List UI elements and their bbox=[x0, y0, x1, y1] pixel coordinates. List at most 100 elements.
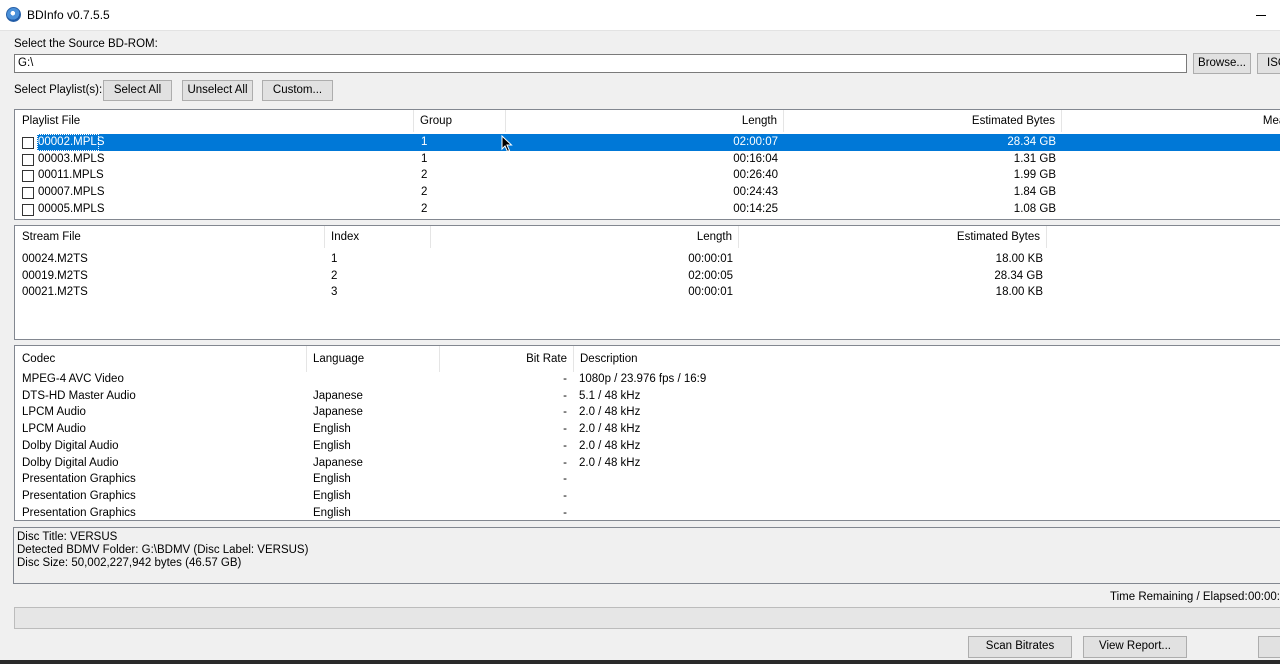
playlist-file: 00007.MPLS bbox=[38, 186, 105, 199]
stream-row[interactable]: 00019.M2TS 2 02:00:05 28.34 GB bbox=[15, 268, 1280, 285]
codec-name: MPEG-4 AVC Video bbox=[22, 373, 124, 385]
codec-bitrate: - bbox=[563, 373, 567, 385]
stream-length: 00:00:01 bbox=[688, 253, 733, 265]
playlist-checkbox[interactable] bbox=[22, 187, 34, 200]
col-stream-estimated-bytes[interactable]: Estimated Bytes bbox=[739, 226, 1047, 248]
codec-language: English bbox=[313, 489, 351, 502]
codec-row[interactable]: Dolby Digital Audio English - 2.0 / 48 k… bbox=[15, 438, 1280, 455]
codec-language: Japanese bbox=[313, 456, 363, 469]
playlist-group: 2 bbox=[421, 169, 428, 182]
codec-row[interactable]: Dolby Digital Audio Japanese - 2.0 / 48 … bbox=[15, 455, 1280, 472]
codec-row[interactable]: Presentation Graphics English - bbox=[15, 505, 1280, 520]
col-length[interactable]: Length bbox=[506, 110, 784, 132]
playlist-list[interactable]: Playlist File Group Length Estimated Byt… bbox=[14, 109, 1280, 220]
disc-title-line: Disc Title: VERSUS bbox=[17, 531, 118, 543]
col-stream-file[interactable]: Stream File bbox=[15, 226, 325, 248]
codec-bitrate: - bbox=[563, 473, 567, 486]
playlist-length: 00:26:40 bbox=[733, 169, 778, 182]
stream-length: 02:00:05 bbox=[688, 269, 733, 282]
col-codec[interactable]: Codec bbox=[15, 346, 307, 372]
playlist-bytes: 1.99 GB bbox=[1013, 169, 1056, 182]
playlist-checkbox[interactable] bbox=[22, 203, 34, 216]
col-playlist-file[interactable]: Playlist File bbox=[15, 110, 414, 132]
col-bit-rate[interactable]: Bit Rate bbox=[440, 346, 574, 372]
col-group[interactable]: Group bbox=[414, 110, 506, 132]
stream-file: 00019.M2TS bbox=[22, 269, 88, 282]
playlist-checkbox[interactable] bbox=[22, 137, 34, 149]
minimize-button[interactable] bbox=[1246, 0, 1276, 31]
stream-row[interactable]: 00024.M2TS 1 00:00:01 18.00 KB bbox=[15, 251, 1280, 268]
custom-button[interactable]: Custom... bbox=[262, 80, 333, 101]
time-remaining-value: 00:00:0 bbox=[1248, 591, 1280, 603]
unselect-all-button[interactable]: Unselect All bbox=[182, 80, 253, 101]
codec-description: 1080p / 23.976 fps / 16:9 bbox=[579, 373, 707, 385]
codec-row[interactable]: Presentation Graphics English - bbox=[15, 471, 1280, 488]
source-path-input[interactable]: G:\ bbox=[14, 54, 1187, 73]
desktop-strip bbox=[0, 660, 1280, 664]
codec-language: Japanese bbox=[313, 406, 363, 419]
codec-list[interactable]: Codec Language Bit Rate Description MPEG… bbox=[14, 345, 1280, 521]
stream-bytes: 18.00 KB bbox=[995, 253, 1043, 265]
window-title: BDInfo v0.7.5.5 bbox=[27, 8, 110, 22]
codec-row[interactable]: LPCM Audio Japanese - 2.0 / 48 kHz bbox=[15, 404, 1280, 421]
view-report-button[interactable]: View Report... bbox=[1083, 636, 1187, 658]
codec-name: Dolby Digital Audio bbox=[22, 439, 119, 452]
col-index[interactable]: Index bbox=[325, 226, 431, 248]
time-remaining-label: Time Remaining / Elapsed: bbox=[1110, 591, 1248, 603]
codec-bitrate: - bbox=[563, 489, 567, 502]
playlist-bytes: 1.31 GB bbox=[1013, 152, 1056, 165]
codec-name: LPCM Audio bbox=[22, 423, 86, 436]
codec-row[interactable]: Presentation Graphics English - bbox=[15, 488, 1280, 505]
source-label: Select the Source BD-ROM: bbox=[14, 38, 158, 50]
scan-bitrates-button[interactable]: Scan Bitrates bbox=[968, 636, 1072, 658]
playlist-checkbox[interactable] bbox=[22, 153, 34, 166]
codec-name: DTS-HD Master Audio bbox=[22, 389, 136, 402]
playlist-bytes: 1.08 GB bbox=[1013, 202, 1056, 215]
playlist-file: 00003.MPLS bbox=[38, 152, 105, 165]
stream-index: 3 bbox=[331, 286, 338, 299]
playlist-file: 00005.MPLS bbox=[38, 202, 105, 215]
codec-bitrate: - bbox=[563, 389, 567, 402]
codec-description: 2.0 / 48 kHz bbox=[579, 406, 641, 419]
col-stream-measured-bytes[interactable]: M bbox=[1047, 226, 1280, 248]
playlist-bytes: 1.84 GB bbox=[1013, 186, 1056, 199]
col-language[interactable]: Language bbox=[307, 346, 440, 372]
playlist-row[interactable]: 00003.MPLS 1 00:16:04 1.31 GB bbox=[15, 151, 1280, 168]
disc-info-textarea[interactable]: Disc Title: VERSUS Detected BDMV Folder:… bbox=[13, 527, 1280, 584]
stream-index: 1 bbox=[331, 253, 338, 265]
bdinfo-disc-icon bbox=[6, 7, 21, 22]
col-description[interactable]: Description bbox=[574, 346, 1280, 372]
scan-progress-bar bbox=[14, 607, 1280, 629]
playlist-bytes: 28.34 GB bbox=[1007, 136, 1056, 148]
title-bar: BDInfo v0.7.5.5 bbox=[0, 0, 1280, 31]
playlist-row[interactable]: 00011.MPLS 2 00:26:40 1.99 GB bbox=[15, 167, 1280, 184]
codec-name: Presentation Graphics bbox=[22, 506, 136, 519]
codec-row[interactable]: MPEG-4 AVC Video - 1080p / 23.976 fps / … bbox=[15, 371, 1280, 388]
close-button-partial[interactable] bbox=[1258, 636, 1280, 658]
browse-button[interactable]: Browse... bbox=[1193, 53, 1251, 74]
col-measured-bytes[interactable]: Meas bbox=[1062, 110, 1280, 132]
codec-row[interactable]: DTS-HD Master Audio Japanese - 5.1 / 48 … bbox=[15, 388, 1280, 405]
codec-language: English bbox=[313, 423, 351, 436]
playlist-checkbox[interactable] bbox=[22, 170, 34, 183]
stream-file: 00021.M2TS bbox=[22, 286, 88, 299]
codec-language: Japanese bbox=[313, 389, 363, 402]
playlist-row[interactable]: 00007.MPLS 2 00:24:43 1.84 GB bbox=[15, 184, 1280, 201]
col-stream-length[interactable]: Length bbox=[431, 226, 739, 248]
iso-button[interactable]: ISO bbox=[1257, 53, 1280, 74]
col-estimated-bytes[interactable]: Estimated Bytes bbox=[784, 110, 1062, 132]
playlist-row[interactable]: 00002.MPLS 1 02:00:07 28.34 GB bbox=[15, 134, 1280, 151]
disc-size-line: Disc Size: 50,002,227,942 bytes (46.57 G… bbox=[17, 557, 242, 569]
stream-bytes: 18.00 KB bbox=[995, 286, 1043, 299]
codec-language: English bbox=[313, 473, 351, 486]
stream-bytes: 28.34 GB bbox=[994, 269, 1043, 282]
stream-file-list[interactable]: Stream File Index Length Estimated Bytes… bbox=[14, 225, 1280, 340]
playlist-group: 2 bbox=[421, 202, 428, 215]
codec-description: 2.0 / 48 kHz bbox=[579, 423, 641, 436]
codec-row[interactable]: LPCM Audio English - 2.0 / 48 kHz bbox=[15, 421, 1280, 438]
select-all-button[interactable]: Select All bbox=[103, 80, 172, 101]
playlist-file: 00002.MPLS bbox=[38, 136, 105, 148]
playlist-row[interactable]: 00005.MPLS 2 00:14:25 1.08 GB bbox=[15, 201, 1280, 218]
codec-description: 5.1 / 48 kHz bbox=[579, 389, 641, 402]
stream-row[interactable]: 00021.M2TS 3 00:00:01 18.00 KB bbox=[15, 284, 1280, 301]
